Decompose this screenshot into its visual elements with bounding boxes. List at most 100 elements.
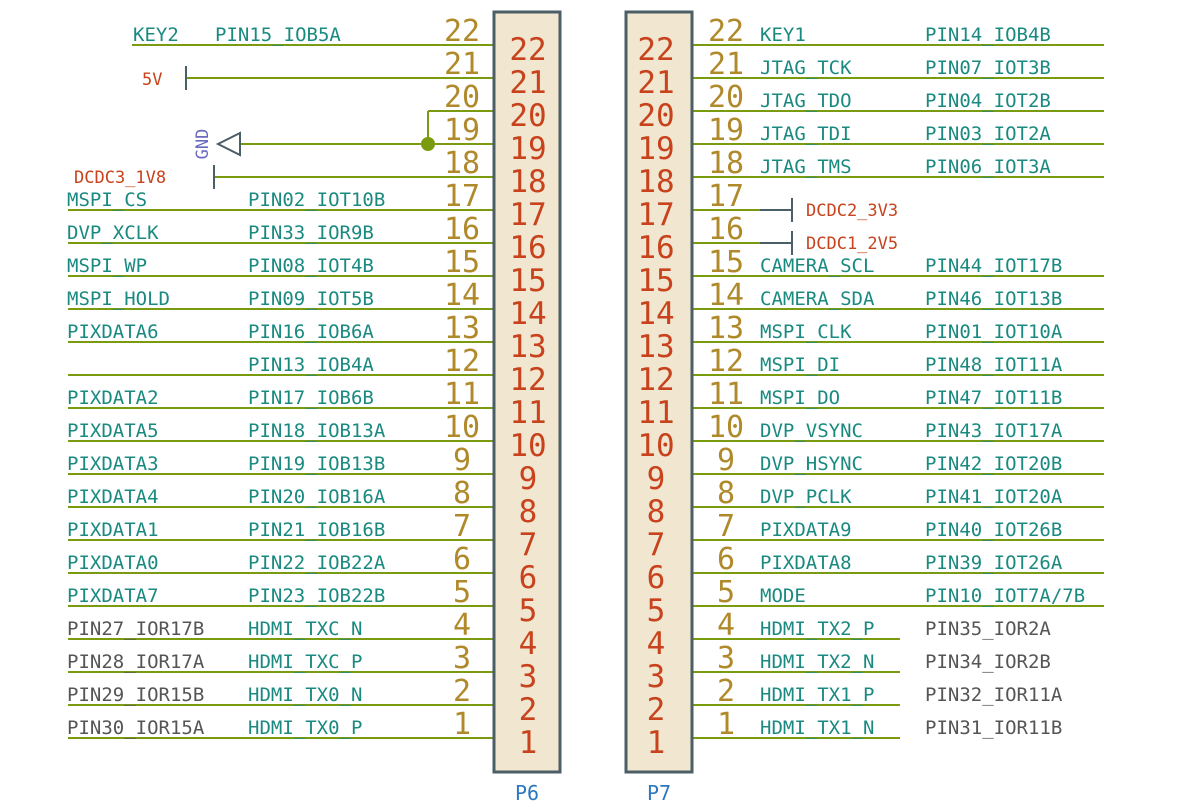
body-pin-number: 3 (519, 659, 538, 695)
body-pin-number: 6 (647, 560, 666, 596)
body-pin-number: 16 (637, 230, 674, 266)
body-pin-number: 20 (509, 98, 546, 134)
connector-ref-p6: P6 (515, 781, 539, 805)
body-pin-number: 18 (509, 164, 546, 200)
body-pin-number: 18 (637, 164, 674, 200)
body-pin-number: 7 (647, 527, 666, 563)
net-label: DVP_VSYNC (760, 420, 863, 442)
schematic-canvas: P62222KEY2 PIN15_IOB5A2121202019191818171… (67, 10, 1104, 805)
body-pin-number: 8 (519, 494, 538, 530)
net-label: MODE (760, 585, 806, 607)
body-pin-number: 5 (647, 593, 666, 629)
body-pin-number: 11 (637, 395, 674, 431)
body-pin-number: 12 (509, 362, 546, 398)
pin-number: 15 (708, 245, 744, 280)
net-label: PIN08_IOT4B (248, 255, 374, 277)
pin-number: 9 (717, 443, 735, 478)
body-pin-number: 11 (509, 395, 546, 431)
body-pin-number: 17 (637, 197, 674, 233)
net-label: HDMI_TX0_N (248, 684, 362, 706)
pin-number: 13 (444, 311, 480, 346)
pin-number: 8 (717, 476, 735, 511)
net-label: PIN44_IOT17B (925, 255, 1062, 277)
net-label: PIN22_IOB22A (248, 552, 386, 574)
pin-number: 16 (444, 212, 480, 247)
net-label: PIXDATA2 (67, 387, 159, 409)
pin-number: 8 (453, 476, 471, 511)
net-label: PIN28_IOR17A (67, 651, 205, 673)
net-label: PIN46_IOT13B (925, 288, 1062, 310)
pin-number: 1 (453, 707, 471, 742)
body-pin-number: 2 (519, 692, 538, 728)
pin-number: 4 (453, 608, 471, 643)
gnd-symbol (215, 131, 241, 157)
body-pin-number: 4 (647, 626, 666, 662)
body-pin-number: 21 (509, 65, 546, 101)
net-label: HDMI_TX0_P (248, 717, 362, 739)
pin-number: 5 (717, 575, 735, 610)
body-pin-number: 13 (637, 329, 674, 365)
body-pin-number: 10 (509, 428, 546, 464)
net-label: DVP_PCLK (760, 486, 852, 508)
pin-number: 3 (717, 641, 735, 676)
pin-number: 7 (453, 509, 471, 544)
power-label-dcdc1: DCDC1_2V5 (806, 234, 898, 254)
body-pin-number: 15 (509, 263, 546, 299)
body-pin-number: 1 (519, 725, 538, 761)
body-pin-number: 9 (647, 461, 666, 497)
body-pin-number: 2 (647, 692, 666, 728)
body-pin-number: 4 (519, 626, 538, 662)
net-label: PIXDATA8 (760, 552, 852, 574)
net-label: PIN09_IOT5B (248, 288, 374, 310)
pin-number: 20 (444, 80, 480, 115)
pin-number: 11 (708, 377, 744, 412)
net-label: PIN07_IOT3B (925, 57, 1051, 79)
net-label: HDMI_TX1_N (760, 717, 874, 739)
net-label: PIN34_IOR2B (925, 651, 1051, 673)
pin-number: 19 (444, 113, 480, 148)
net-label: PIN23_IOB22B (248, 585, 385, 607)
body-pin-number: 16 (509, 230, 546, 266)
pin-number: 13 (708, 311, 744, 346)
net-label: PIN15_IOB5A (215, 24, 341, 46)
net-label: PIN06_IOT3A (925, 156, 1051, 178)
body-pin-number: 14 (509, 296, 546, 332)
net-label: KEY1 (760, 24, 806, 46)
net-label: PIN42_IOT20B (925, 453, 1062, 475)
net-label: JTAG_TDO (760, 90, 852, 112)
net-label: PIN14_IOB4B (925, 24, 1051, 46)
net-label: PIN17_IOB6B (248, 387, 374, 409)
pin-number: 10 (444, 410, 480, 445)
net-label: PIXDATA1 (67, 519, 159, 541)
net-label: PIN40_IOT26B (925, 519, 1062, 541)
gnd-label: GND (193, 129, 213, 160)
net-label: PIN10_IOT7A/7B (925, 585, 1085, 607)
net-label: PIXDATA0 (67, 552, 159, 574)
net-label: PIN16_IOB6A (248, 321, 374, 343)
net-label: MSPI_DI (760, 354, 840, 376)
net-label: KEY2 (133, 24, 179, 46)
net-label: PIN43_IOT17A (925, 420, 1063, 442)
net-label: PIN39_IOT26A (925, 552, 1063, 574)
pin-number: 11 (444, 377, 480, 412)
net-label: MSPI_WP (67, 255, 147, 277)
net-label: PIN30_IOR15A (67, 717, 205, 739)
pin-number: 18 (708, 146, 744, 181)
pin-number: 4 (717, 608, 735, 643)
net-label: CAMERA_SCL (760, 255, 874, 277)
body-pin-number: 19 (637, 131, 674, 167)
net-label: DVP_XCLK (67, 222, 159, 244)
body-pin-number: 19 (509, 131, 546, 167)
net-label: HDMI_TXC_N (248, 618, 362, 640)
net-label: PIN48_IOT11A (925, 354, 1063, 376)
pin-number: 6 (453, 542, 471, 577)
body-pin-number: 6 (519, 560, 538, 596)
net-label: PIN33_IOR9B (248, 222, 374, 244)
body-pin-number: 22 (509, 32, 546, 68)
net-label: JTAG_TMS (760, 156, 852, 178)
net-label: PIN41_IOT20A (925, 486, 1063, 508)
body-pin-number: 22 (637, 32, 674, 68)
body-pin-number: 9 (519, 461, 538, 497)
power-label-dcdc2: DCDC2_3V3 (806, 201, 898, 221)
net-label: JTAG_TCK (760, 57, 852, 79)
